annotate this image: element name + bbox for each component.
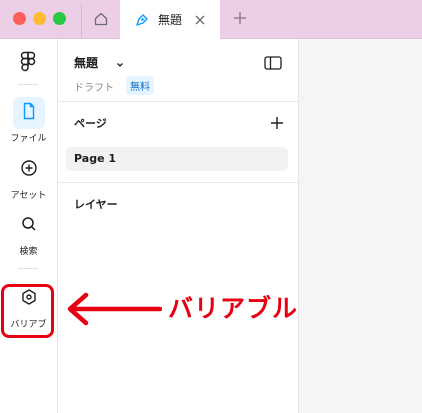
toggle-sidebar-icon[interactable]: [264, 55, 282, 74]
search-icon: [20, 215, 38, 237]
plan-badge[interactable]: 無料: [126, 76, 154, 95]
file-panel: 無題 ドラフト 無料 ページ Page 1 レイヤー: [58, 39, 299, 413]
panel-divider: [58, 101, 298, 102]
annotation-arrow-icon: [66, 292, 163, 330]
page-list-item[interactable]: Page 1: [66, 147, 288, 171]
rail-item-assets[interactable]: アセット: [0, 154, 57, 201]
left-rail: ファイル アセット 検索 バリアブ: [0, 39, 58, 413]
rail-item-label: ファイル: [10, 134, 47, 144]
annotation-label: バリアブル: [168, 294, 299, 323]
file-name[interactable]: 無題: [74, 54, 98, 71]
rail-item-search[interactable]: 検索: [0, 210, 57, 257]
add-page-icon[interactable]: [270, 115, 284, 134]
draft-label: ドラフト: [74, 83, 114, 94]
home-icon: [93, 11, 109, 31]
chevron-down-icon[interactable]: [115, 55, 125, 74]
file-tab[interactable]: 無題: [120, 0, 220, 39]
title-bar: 無題: [0, 0, 422, 39]
minimize-window-button[interactable]: [33, 12, 46, 25]
new-tab-button[interactable]: [228, 7, 252, 31]
tab-title: 無題: [158, 13, 183, 27]
figma-logo-icon[interactable]: [19, 51, 37, 77]
page-name: Page 1: [74, 152, 117, 165]
file-icon: [21, 102, 37, 124]
plus-icon: [233, 10, 247, 29]
annotation-highlight-box: [1, 284, 54, 338]
rail-divider: [18, 84, 38, 85]
layers-section-title: レイヤー: [74, 198, 118, 211]
zoom-window-button[interactable]: [53, 12, 66, 25]
rail-divider: [18, 268, 38, 269]
home-tab[interactable]: [81, 4, 121, 38]
panel-divider: [58, 182, 298, 183]
close-tab-icon[interactable]: [194, 14, 206, 26]
close-window-button[interactable]: [13, 12, 26, 25]
pages-section-title: ページ: [74, 117, 107, 130]
rail-item-label: アセット: [10, 191, 47, 201]
rail-item-label: 検索: [19, 247, 38, 257]
design-file-icon: [134, 12, 150, 28]
canvas-area[interactable]: [299, 39, 422, 413]
asset-icon: [20, 159, 38, 181]
rail-item-file[interactable]: ファイル: [0, 97, 57, 144]
